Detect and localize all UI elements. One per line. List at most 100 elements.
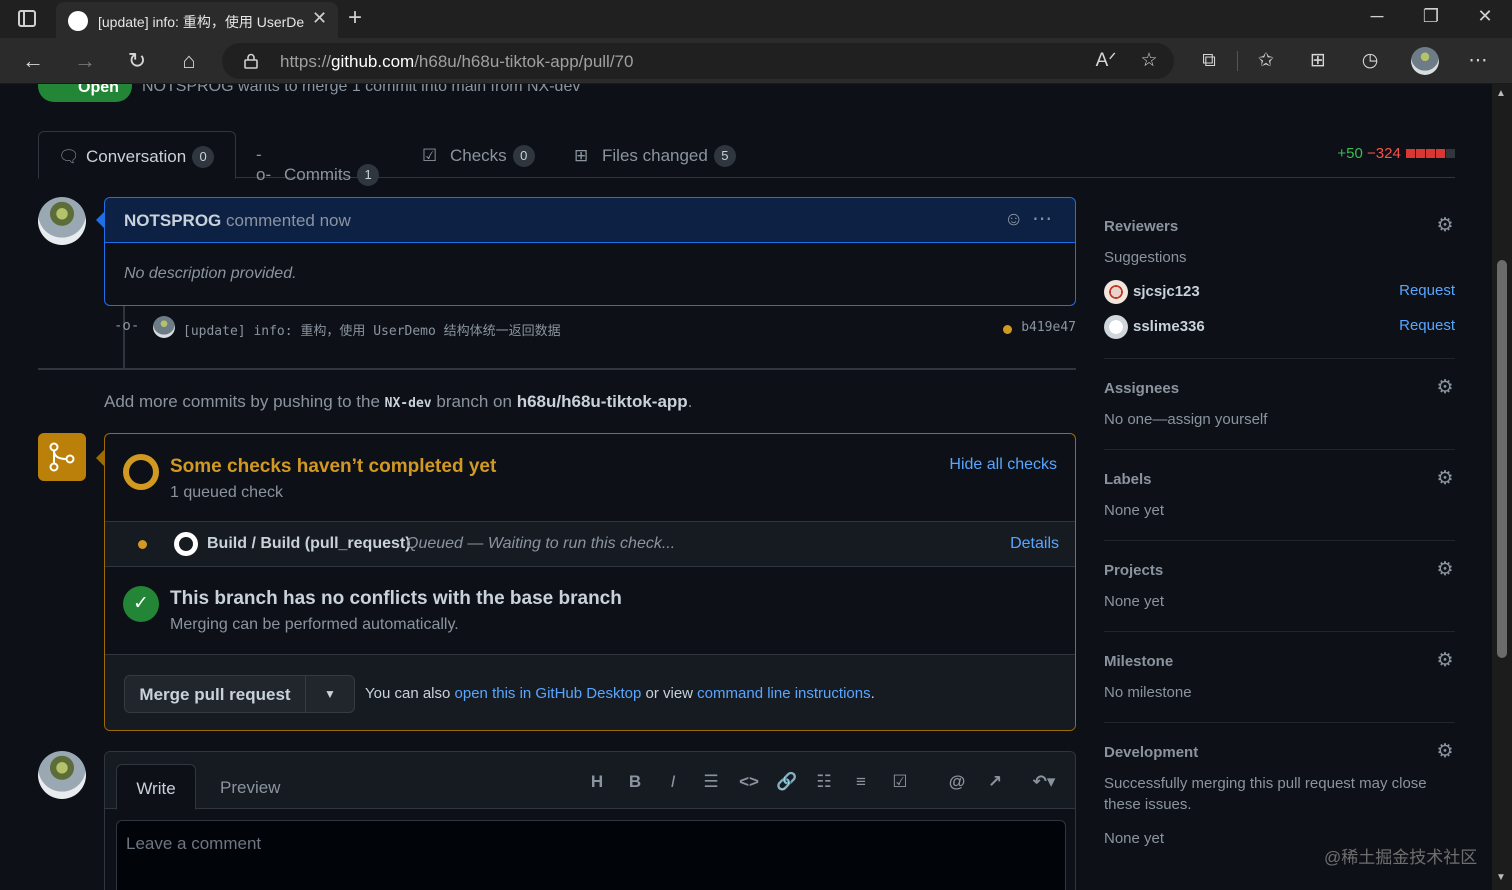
labels-value: None yet: [1104, 502, 1165, 519]
italic-icon[interactable]: I: [661, 770, 685, 794]
history-icon[interactable]: ◷: [1359, 50, 1381, 72]
watermark: @稀土掘金技术社区: [1324, 848, 1478, 867]
scroll-up-icon[interactable]: ▲: [1496, 88, 1506, 99]
tab-conversation[interactable]: 🗨 Conversation 0: [38, 131, 236, 179]
add-reaction-icon[interactable]: ☺: [1004, 209, 1023, 231]
tab-counter: 0: [192, 146, 215, 168]
projects-gear-icon[interactable]: ⚙: [1435, 560, 1455, 580]
open-github-desktop-link[interactable]: open this in GitHub Desktop: [455, 685, 642, 702]
request-review-button[interactable]: Request: [1399, 282, 1455, 299]
close-tab-icon[interactable]: ✕: [312, 8, 327, 29]
forward-icon[interactable]: →: [72, 48, 98, 74]
development-gear-icon[interactable]: ⚙: [1435, 742, 1455, 762]
reviewers-gear-icon[interactable]: ⚙: [1435, 216, 1455, 236]
comment-options-icon[interactable]: ⋯: [1032, 206, 1052, 231]
timeline-divider: [38, 368, 1076, 370]
restore-icon[interactable]: ❐: [1416, 6, 1446, 27]
minimize-icon[interactable]: ─: [1362, 6, 1392, 27]
more-menu-icon[interactable]: ⋯: [1467, 50, 1489, 72]
milestone-value: No milestone: [1104, 684, 1192, 701]
home-icon[interactable]: ⌂: [176, 48, 202, 74]
reviewers-heading[interactable]: Reviewers: [1104, 218, 1178, 235]
tab-checks[interactable]: ☑ Checks 0: [422, 131, 535, 179]
preview-tab[interactable]: Preview: [220, 764, 280, 810]
push-hint: Add more commits by pushing to the NX-de…: [104, 392, 692, 412]
reviewer-name[interactable]: sslime336: [1133, 318, 1205, 335]
cross-reference-icon[interactable]: ↗: [983, 770, 1007, 794]
comment-textarea[interactable]: Leave a comment: [116, 820, 1066, 890]
check-status: Queued — Waiting to run this check...: [406, 535, 676, 552]
projects-heading[interactable]: Projects: [1104, 562, 1163, 579]
comment-author[interactable]: NOTSPROG: [124, 211, 221, 230]
add-favorite-icon[interactable]: ☆: [1138, 50, 1160, 72]
commit-status-dot[interactable]: [1003, 325, 1012, 334]
conflicts-subtitle: Merging can be performed automatically.: [170, 616, 459, 633]
pr-tabs: 🗨 Conversation 0 -o- Commits 1 ☑ Checks 0 ⊞ Fil…: [38, 131, 1455, 186]
window-close-icon[interactable]: ✕: [1470, 6, 1500, 27]
command-line-instructions-link[interactable]: command line instructions: [697, 685, 870, 702]
comment-caret: [96, 212, 104, 228]
bulleted-list-icon[interactable]: ☷: [812, 770, 836, 794]
comment-body: No description provided.: [124, 265, 297, 282]
pr-header-subtitle: NOTSPROG wants to merge 1 commit into ma…: [142, 84, 581, 95]
milestone-gear-icon[interactable]: ⚙: [1435, 651, 1455, 671]
merge-method-dropdown[interactable]: ▼: [305, 675, 355, 713]
assignees-gear-icon[interactable]: ⚙: [1435, 378, 1455, 398]
development-value: None yet: [1104, 830, 1165, 847]
development-heading[interactable]: Development: [1104, 744, 1198, 761]
heading-icon[interactable]: H: [585, 770, 609, 794]
reviewer-name[interactable]: sjcsjc123: [1133, 283, 1200, 300]
git-commit-icon: -o-: [114, 318, 140, 334]
back-icon[interactable]: ←: [20, 48, 46, 74]
tab-files-changed[interactable]: ⊞ Files changed 5: [574, 131, 736, 179]
scrollbar-thumb[interactable]: [1497, 260, 1507, 658]
scroll-down-icon[interactable]: ▼: [1496, 872, 1506, 883]
commit-author-avatar[interactable]: [153, 316, 175, 338]
request-review-button[interactable]: Request: [1399, 317, 1455, 334]
profile-avatar[interactable]: [1411, 47, 1439, 75]
browser-tab-active[interactable]: [update] info: 重构，使用 UserDe ✕: [56, 2, 338, 38]
tab-label: Checks: [450, 146, 507, 165]
read-aloud-icon[interactable]: Aᐟ: [1095, 50, 1117, 72]
saved-replies-icon[interactable]: ↶▾: [1027, 770, 1061, 794]
or-view-text: or view: [645, 685, 693, 702]
hide-all-checks-link[interactable]: Hide all checks: [949, 456, 1057, 474]
conflicts-title: This branch has no conflicts with the ba…: [170, 588, 622, 609]
diffstat-block: [1436, 149, 1445, 158]
commit-message[interactable]: [update] info: 重构，使用 UserDemo 结构体统一返回数据: [183, 320, 561, 339]
current-user-avatar[interactable]: [38, 751, 86, 799]
favorites-icon[interactable]: ✩: [1255, 50, 1277, 72]
triangle-down-icon: ▼: [324, 687, 336, 701]
tab-commits[interactable]: -o- Commits 1: [256, 131, 380, 186]
task-list-icon[interactable]: ☑: [888, 770, 912, 794]
new-tab-icon[interactable]: +: [348, 4, 362, 32]
quote-icon[interactable]: ☰: [699, 770, 723, 794]
bold-icon[interactable]: B: [623, 770, 647, 794]
numbered-list-icon[interactable]: ≡: [849, 770, 873, 794]
address-bar[interactable]: https://github.com/h68u/h68u-tiktok-app/…: [222, 43, 1174, 79]
write-tab[interactable]: Write: [116, 764, 196, 810]
comment-timestamp[interactable]: commented now: [226, 211, 351, 230]
mention-icon[interactable]: @: [945, 770, 969, 794]
assignees-heading[interactable]: Assignees: [1104, 380, 1179, 397]
tab-actions-icon[interactable]: [18, 10, 36, 27]
milestone-heading[interactable]: Milestone: [1104, 653, 1173, 670]
page-scrollbar[interactable]: ▲ ▼: [1492, 84, 1512, 890]
check-row: Build / Build (pull_request) Queued — Wa…: [105, 521, 1075, 567]
labels-heading[interactable]: Labels: [1104, 471, 1152, 488]
code-icon[interactable]: <>: [737, 770, 761, 794]
pr-state-badge: Open: [38, 84, 132, 102]
collections-icon[interactable]: ⊞: [1307, 50, 1329, 72]
refresh-icon[interactable]: ↻: [124, 48, 150, 74]
merge-pull-request-button[interactable]: Merge pull request: [124, 675, 306, 713]
diffstat-block: [1446, 149, 1455, 158]
checks-title: Some checks haven’t completed yet: [170, 456, 497, 477]
author-avatar[interactable]: [38, 197, 86, 245]
link-icon[interactable]: 🔗: [775, 770, 799, 794]
assignees-value[interactable]: No one—assign yourself: [1104, 409, 1267, 430]
check-details-link[interactable]: Details: [1010, 535, 1059, 553]
extensions-icon[interactable]: ⧉: [1198, 50, 1220, 72]
commit-sha[interactable]: b419e47: [1021, 320, 1076, 335]
editor-header: Write Preview H B I ☰ <> 🔗 ☷ ≡ ☑ @ ↗ ↶▾: [105, 752, 1075, 810]
labels-gear-icon[interactable]: ⚙: [1435, 469, 1455, 489]
